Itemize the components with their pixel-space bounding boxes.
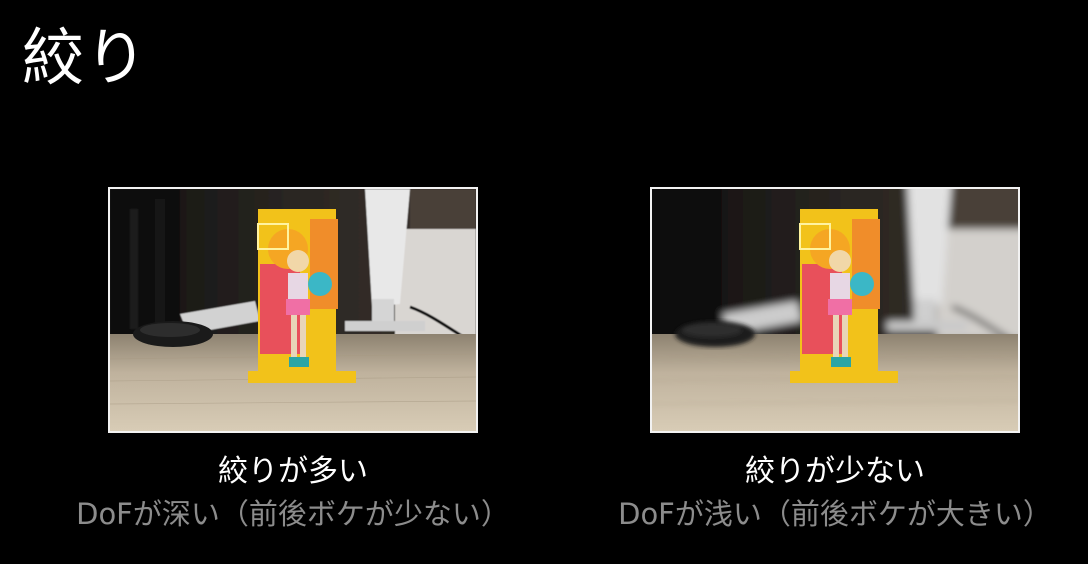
caption-deep-dof: 絞りが多い DoFが深い（前後ボケが少ない） <box>13 452 573 534</box>
caption-shallow-dof: 絞りが少ない DoFが浅い（前後ボケが大きい） <box>555 452 1088 534</box>
caption-main: 絞りが少ない <box>745 454 925 489</box>
slide-title: 絞り <box>22 21 149 94</box>
photo-frame-deep-dof <box>108 187 478 433</box>
figure-on-desk-photo <box>110 189 476 431</box>
caption-sub: DoFが浅い（前後ボケが大きい） <box>618 497 1052 531</box>
photo-frame-shallow-dof <box>650 187 1020 433</box>
caption-sub: DoFが深い（前後ボケが少ない） <box>76 497 510 531</box>
figure-on-desk-photo <box>652 189 1018 431</box>
caption-main: 絞りが多い <box>218 454 368 489</box>
